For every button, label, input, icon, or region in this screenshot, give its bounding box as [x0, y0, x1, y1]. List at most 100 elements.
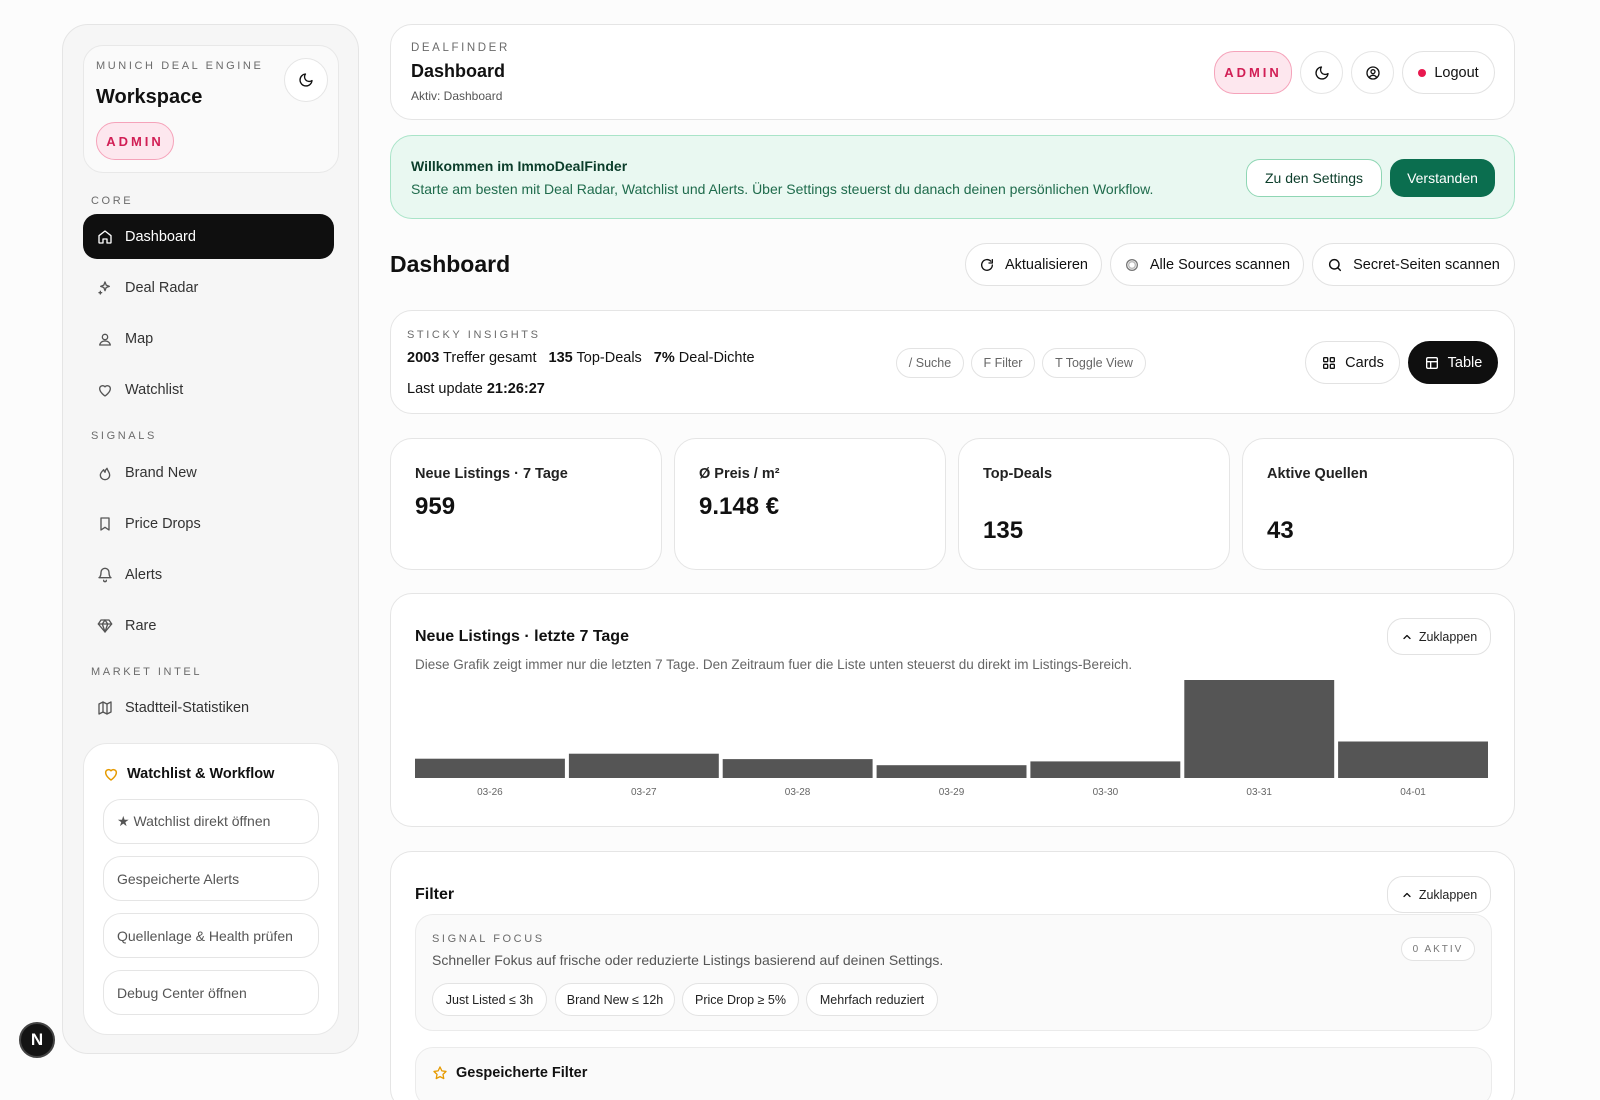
status-dot-icon: [1418, 68, 1427, 77]
last-update: Last update 21:26:27: [407, 381, 545, 397]
map-icon: [98, 700, 112, 715]
view-cards-button[interactable]: Cards: [1305, 341, 1400, 384]
x-tick-label: 03-31: [1246, 787, 1272, 798]
page-title: Dashboard: [390, 251, 511, 277]
scan-all-sources-button[interactable]: Alle Sources scannen: [1110, 243, 1304, 286]
view-table-button[interactable]: Table: [1408, 341, 1498, 384]
filter-card: Filter Zuklappen SIGNAL FOCUS Schneller …: [390, 851, 1515, 1100]
filter-collapse-button[interactable]: Zuklappen: [1387, 876, 1491, 913]
sidebar: MUNICH DEAL ENGINE Workspace ADMIN CORE …: [62, 24, 359, 1054]
dismiss-welcome-button[interactable]: Verstanden: [1390, 159, 1495, 197]
nav-section-market: MARKET INTEL: [91, 666, 203, 678]
insights-eyebrow: STICKY INSIGHTS: [407, 329, 541, 341]
header-role-badge: ADMIN: [1214, 51, 1292, 94]
logout-button[interactable]: Logout: [1402, 51, 1495, 94]
refresh-icon: [980, 258, 993, 271]
signal-focus-text: Schneller Fokus auf frische oder reduzie…: [432, 952, 944, 968]
open-watchlist-button[interactable]: ★ Watchlist direkt öffnen: [103, 799, 319, 844]
last-update-time: 21:26:27: [486, 381, 545, 397]
debug-center-button[interactable]: Debug Center öffnen: [103, 970, 319, 1015]
profile-button[interactable]: [1351, 51, 1394, 94]
new-listings-chart-card: Neue Listings · letzte 7 Tage Diese Graf…: [390, 593, 1515, 827]
stat-value: 9.148 €: [699, 493, 780, 520]
view-cards-label: Cards: [1345, 354, 1384, 371]
chevron-up-icon: [1403, 634, 1411, 639]
sidebar-item-map[interactable]: Map: [83, 316, 334, 361]
sidebar-item-label: Dashboard: [125, 228, 196, 245]
bookmark-icon: [100, 516, 110, 531]
home-icon: [98, 229, 112, 244]
heart-icon: [99, 384, 111, 397]
chevron-up-icon: [1403, 892, 1411, 897]
sidebar-item-brand-new[interactable]: Brand New: [83, 450, 334, 495]
flame-icon: [99, 467, 111, 480]
saved-filters-title: Gespeicherte Filter: [456, 1065, 588, 1081]
x-tick-label: 03-30: [1093, 787, 1119, 798]
header-theme-toggle-button[interactable]: [1300, 51, 1343, 94]
logout-label: Logout: [1434, 64, 1479, 81]
chip-price-drop[interactable]: Price Drop ≥ 5%: [682, 983, 799, 1016]
refresh-button[interactable]: Aktualisieren: [965, 243, 1102, 286]
scan-secret-pages-button[interactable]: Secret-Seiten scannen: [1312, 243, 1515, 286]
stat-value: 135: [983, 517, 1024, 544]
scan-all-label: Alle Sources scannen: [1149, 256, 1291, 273]
stat-value: 959: [415, 493, 456, 520]
chip-multi-reduced[interactable]: Mehrfach reduziert: [806, 983, 938, 1016]
sidebar-item-label: Stadtteil-Statistiken: [125, 699, 250, 716]
x-tick-label: 03-26: [477, 787, 503, 798]
nav-section-core: CORE: [91, 195, 134, 207]
chart-collapse-button[interactable]: Zuklappen: [1387, 618, 1491, 655]
theme-toggle-button[interactable]: [284, 58, 328, 102]
hits-count: 2003: [407, 350, 440, 366]
workspace-eyebrow: MUNICH DEAL ENGINE: [96, 60, 264, 72]
stat-label: Ø Preis / m²: [699, 466, 780, 482]
bar-03-28: [722, 759, 873, 778]
sidebar-item-stadtteil[interactable]: Stadtteil-Statistiken: [83, 685, 334, 730]
header-title: Dashboard: [411, 61, 506, 81]
bar-03-30: [1030, 761, 1181, 778]
chip-just-listed[interactable]: Just Listed ≤ 3h: [432, 983, 547, 1016]
shortcut-search: / Suche: [896, 348, 964, 378]
stat-card-avg-price: Ø Preis / m² 9.148 €: [674, 438, 946, 570]
workspace-card: MUNICH DEAL ENGINE Workspace ADMIN: [83, 45, 339, 173]
sidebar-item-alerts[interactable]: Alerts: [83, 552, 334, 597]
heart-icon: [104, 768, 118, 781]
sidebar-item-rare[interactable]: Rare: [83, 603, 334, 648]
next-dev-indicator-icon[interactable]: N: [19, 1022, 55, 1058]
stat-label: Top-Deals: [983, 466, 1053, 482]
active-filter-count-badge: 0 AKTIV: [1401, 937, 1475, 961]
search-icon: [1329, 258, 1342, 271]
stat-card-active-sources: Aktive Quellen 43: [1242, 438, 1514, 570]
sidebar-item-price-drops[interactable]: Price Drops: [83, 501, 334, 546]
top-deals-label: Top-Deals: [576, 350, 642, 366]
sidebar-item-deal-radar[interactable]: Deal Radar: [83, 265, 334, 310]
sparkles-icon: [98, 280, 110, 295]
view-table-label: Table: [1447, 354, 1483, 371]
settings-button[interactable]: Zu den Settings: [1246, 159, 1382, 197]
last-update-label: Last update: [407, 381, 483, 397]
x-tick-label: 04-01: [1400, 787, 1426, 798]
source-health-button[interactable]: Quellenlage & Health prüfen: [103, 913, 319, 958]
moon-icon: [299, 73, 313, 87]
sidebar-item-label: Rare: [125, 617, 157, 634]
table-icon: [1425, 356, 1438, 369]
sidebar-item-label: Alerts: [125, 566, 163, 583]
x-tick-label: 03-27: [631, 787, 657, 798]
sticky-insights-bar: STICKY INSIGHTS 2003 Treffer gesamt 135 T…: [390, 310, 1515, 414]
x-tick-label: 03-28: [785, 787, 811, 798]
sidebar-item-label: Watchlist: [125, 381, 184, 398]
saved-filters-panel: Gespeicherte Filter: [415, 1047, 1492, 1100]
welcome-banner: Willkommen im ImmoDealFinder Starte am b…: [390, 135, 1515, 219]
welcome-text: Starte am besten mit Deal Radar, Watchli…: [411, 181, 1154, 197]
stat-card-top-deals: Top-Deals 135: [958, 438, 1230, 570]
bar-03-31: [1184, 680, 1335, 778]
bar-03-26: [415, 758, 565, 778]
sidebar-item-dashboard[interactable]: Dashboard: [83, 214, 334, 259]
stat-label: Neue Listings · 7 Tage: [415, 466, 568, 482]
deal-density-value: 7%: [653, 350, 675, 366]
chip-brand-new[interactable]: Brand New ≤ 12h: [555, 983, 675, 1016]
saved-alerts-button[interactable]: Gespeicherte Alerts: [103, 856, 319, 901]
workflow-title: Watchlist & Workflow: [127, 766, 275, 782]
sidebar-item-watchlist[interactable]: Watchlist: [83, 367, 334, 412]
filter-collapse-label: Zuklappen: [1418, 887, 1478, 902]
